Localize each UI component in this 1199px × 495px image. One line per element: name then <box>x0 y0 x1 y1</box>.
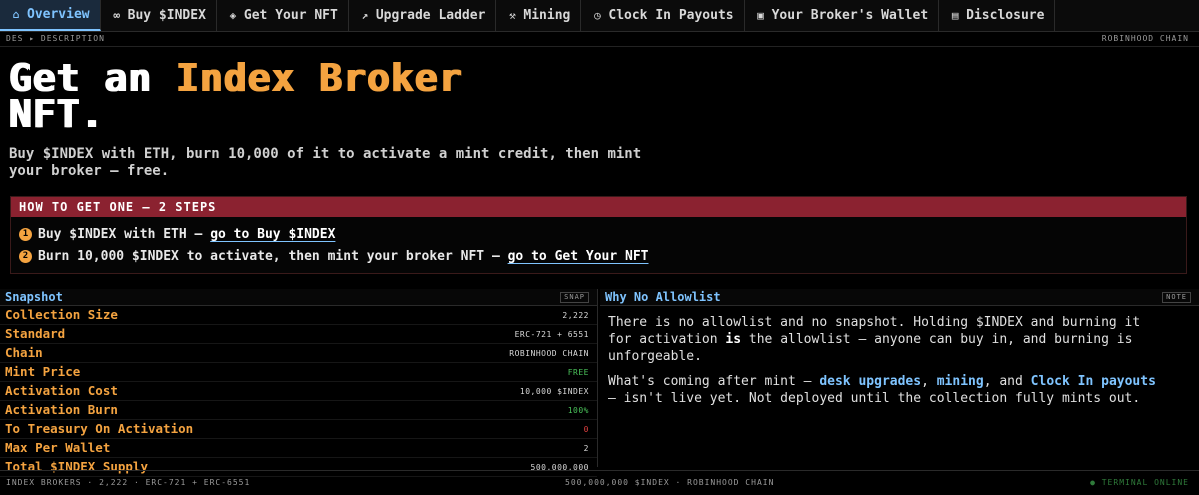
desk-upgrades-link[interactable]: desk upgrades <box>819 374 921 389</box>
table-row: Activation Burn 100% <box>0 401 597 420</box>
tab-label: Upgrade Ladder <box>375 8 486 23</box>
clock-in-payouts-link[interactable]: Clock In payouts <box>1031 374 1156 389</box>
step-text: Buy $INDEX with ETH — <box>38 227 211 242</box>
wallet-icon: ▣ <box>757 9 764 22</box>
page-title: Get an Index Broker NFT. <box>8 59 728 133</box>
row-value: ERC-721 + 6551 <box>514 330 589 339</box>
row-key: Chain <box>5 345 43 360</box>
tab-mining[interactable]: ⚒ Mining <box>496 0 582 31</box>
trend-icon: ↗ <box>361 9 369 22</box>
row-key: Activation Cost <box>5 383 118 398</box>
step-number: 2 <box>19 250 32 263</box>
tab-brokers-wallet[interactable]: ▣ Your Broker's Wallet <box>745 0 940 31</box>
tab-overview[interactable]: ⌂ Overview <box>0 0 101 31</box>
breadcrumb: DES ▸ DESCRIPTION <box>6 34 105 43</box>
clock-icon: ◷ <box>594 9 601 22</box>
snapshot-panel: Snapshot SNAP Collection Size 2,222 Stand… <box>0 289 598 477</box>
go-to-buy-link[interactable]: go to Buy $INDEX <box>210 227 335 242</box>
terminal-status: ● TERMINAL ONLINE <box>1090 478 1189 487</box>
row-key: Standard <box>5 326 66 341</box>
row-value: ROBINHOOD CHAIN <box>509 349 589 358</box>
breadcrumb-bar: DES ▸ DESCRIPTION ROBINHOOD CHAIN <box>0 32 1199 47</box>
steps-box: HOW TO GET ONE — 2 STEPS 1 Buy $INDEX wi… <box>10 196 1187 274</box>
why-no-allowlist-panel: Why No Allowlist NOTE There is no allowl… <box>600 289 1199 467</box>
tab-label: Your Broker's Wallet <box>771 8 929 23</box>
row-value: 0 <box>583 425 589 434</box>
table-row: To Treasury On Activation 0 <box>0 420 597 439</box>
tab-label: Mining <box>523 8 571 23</box>
tab-label: Disclosure <box>966 8 1045 23</box>
tab-clock-in-payouts[interactable]: ◷ Clock In Payouts <box>581 0 745 31</box>
steps-heading: HOW TO GET ONE — 2 STEPS <box>11 197 1186 217</box>
top-nav: ⌂ Overview ∞ Buy $INDEX ◈ Get Your NFT ↗… <box>0 0 1199 32</box>
title-highlight: Index Broker <box>175 56 462 100</box>
tab-upgrade-ladder[interactable]: ↗ Upgrade Ladder <box>349 0 497 31</box>
go-to-get-nft-link[interactable]: go to Get Your NFT <box>508 249 649 264</box>
table-row: Standard ERC-721 + 6551 <box>0 325 597 344</box>
table-row: Max Per Wallet 2 <box>0 439 597 458</box>
table-row: Collection Size 2,222 <box>0 306 597 325</box>
tab-get-your-nft[interactable]: ◈ Get Your NFT <box>217 0 349 31</box>
tab-buy-index[interactable]: ∞ Buy $INDEX <box>101 0 217 31</box>
row-key: Mint Price <box>5 364 81 379</box>
tab-label: Get Your NFT <box>243 8 338 23</box>
panel-tag: NOTE <box>1162 292 1191 303</box>
step-item: 1 Buy $INDEX with ETH — go to Buy $INDEX <box>19 227 335 242</box>
table-row: Mint Price FREE <box>0 363 597 382</box>
row-value: 10,000 $INDEX <box>519 387 589 396</box>
row-value: FREE <box>567 368 589 377</box>
note-text: , <box>921 374 937 389</box>
note-paragraph: What's coming after mint — desk upgrades… <box>608 373 1168 407</box>
row-key: Activation Burn <box>5 402 118 417</box>
note-emphasis: is <box>725 332 742 347</box>
panel-header: Why No Allowlist NOTE <box>600 289 1199 306</box>
panel-title: Snapshot <box>5 290 63 304</box>
note-text: , and <box>983 374 1031 389</box>
home-icon: ⌂ <box>12 8 20 21</box>
table-row: Chain ROBINHOOD CHAIN <box>0 344 597 363</box>
page-subtitle: Buy $INDEX with ETH, burn 10,000 of it t… <box>9 146 642 179</box>
step-number: 1 <box>19 228 32 241</box>
row-value: 2 <box>583 444 589 453</box>
tab-label: Clock In Payouts <box>608 8 734 23</box>
gem-icon: ◈ <box>229 9 237 22</box>
panel-tag: SNAP <box>560 292 589 303</box>
pickaxe-icon: ⚒ <box>509 9 516 22</box>
chain-label: ROBINHOOD CHAIN <box>1101 34 1189 43</box>
row-key: To Treasury On Activation <box>5 421 194 436</box>
step-item: 2 Burn 10,000 $INDEX to activate, then m… <box>19 249 649 264</box>
link-icon: ∞ <box>113 9 120 22</box>
title-part2: NFT. <box>8 92 104 136</box>
row-value: 100% <box>567 406 589 415</box>
note-paragraph: There is no allowlist and no snapshot. H… <box>608 314 1168 365</box>
step-text: Burn 10,000 $INDEX to activate, then min… <box>38 249 508 264</box>
row-key: Collection Size <box>5 307 118 322</box>
tab-label: Overview <box>27 7 90 22</box>
mining-link[interactable]: mining <box>937 374 984 389</box>
panel-title: Why No Allowlist <box>605 290 721 304</box>
tab-label: Buy $INDEX <box>127 8 206 23</box>
tab-disclosure[interactable]: ▤ Disclosure <box>939 0 1056 31</box>
footer-center: 500,000,000 $INDEX · ROBINHOOD CHAIN <box>565 478 775 487</box>
table-row: Activation Cost 10,000 $INDEX <box>0 382 597 401</box>
row-value: 2,222 <box>562 311 589 320</box>
row-key: Max Per Wallet <box>5 440 111 455</box>
note-text: — isn't live yet. Not deployed until the… <box>608 391 1141 406</box>
footer-left: INDEX BROKERS · 2,222 · ERC-721 + ERC-65… <box>6 478 251 487</box>
footer-bar: INDEX BROKERS · 2,222 · ERC-721 + ERC-65… <box>0 470 1199 495</box>
panel-header: Snapshot SNAP <box>0 289 597 306</box>
note-text: What's coming after mint — <box>608 374 820 389</box>
document-icon: ▤ <box>951 9 959 22</box>
